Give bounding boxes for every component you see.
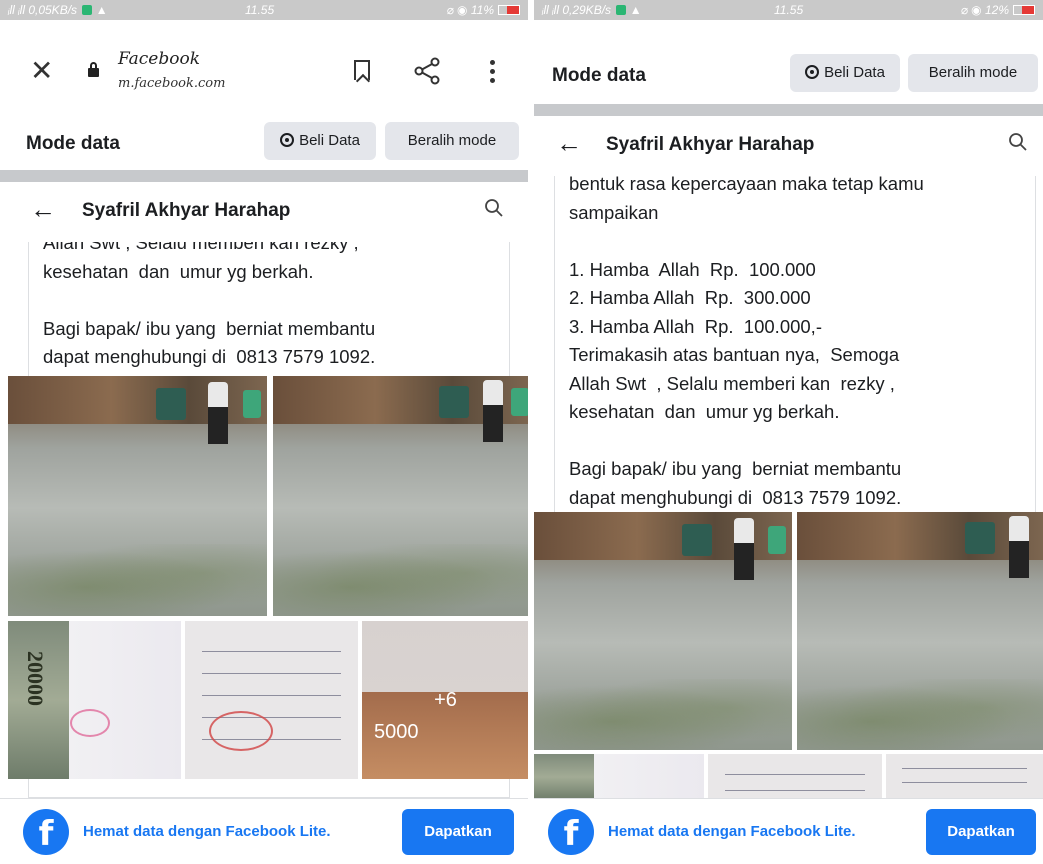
post-photo-4[interactable]	[708, 754, 882, 800]
beli-data-label: Beli Data	[824, 64, 885, 81]
money-label: 20000	[23, 651, 48, 706]
lite-banner: f Hemat data dengan Facebook Lite. Dapat…	[0, 798, 528, 864]
beralih-mode-button[interactable]: Beralih mode	[385, 122, 519, 160]
post-photo-4[interactable]	[185, 621, 358, 779]
profile-name[interactable]: Syafril Akhyar Harahap	[82, 200, 290, 222]
more-photos-count[interactable]: +6	[362, 621, 528, 779]
browser-toolbar: ✕ Facebook m.facebook.com	[0, 20, 528, 123]
more-vertical-icon[interactable]	[490, 60, 496, 84]
post-photo-1[interactable]	[534, 512, 792, 750]
beli-data-icon	[805, 65, 820, 79]
mode-data-bar: Mode data Beli Data Beralih mode	[0, 116, 528, 170]
status-time: 11.55	[245, 3, 275, 17]
status-right: ⌀ ◉ 11%	[446, 3, 520, 17]
status-time: 11.55	[774, 3, 804, 17]
beli-data-icon	[280, 133, 295, 147]
post-photo-1[interactable]	[8, 376, 267, 616]
search-icon[interactable]	[1008, 132, 1028, 152]
dapatkan-button[interactable]: Dapatkan	[926, 809, 1036, 855]
post-body: bentuk rasa kepercayaan maka tetap kamu …	[554, 176, 1036, 512]
mode-data-title: Mode data	[552, 65, 646, 86]
post-photo-5[interactable]	[886, 754, 1043, 800]
post-photo-3[interactable]	[534, 754, 704, 800]
search-icon[interactable]	[484, 198, 504, 218]
dapatkan-button[interactable]: Dapatkan	[402, 809, 514, 855]
mode-data-title: Mode data	[26, 133, 120, 154]
beli-data-button[interactable]: Beli Data	[790, 54, 900, 92]
profile-header: ← Syafril Akhyar Harahap	[0, 182, 528, 242]
beli-data-label: Beli Data	[299, 132, 360, 149]
lite-banner-text: Hemat data dengan Facebook Lite.	[83, 823, 331, 840]
notification-icon	[616, 5, 627, 15]
browser-url[interactable]: m.facebook.com	[118, 76, 225, 91]
divider	[534, 104, 1043, 116]
lite-banner: f Hemat data dengan Facebook Lite. Dapat…	[534, 798, 1043, 864]
lite-banner-text: Hemat data dengan Facebook Lite.	[608, 823, 856, 840]
back-arrow-icon[interactable]: ←	[30, 196, 56, 222]
profile-header: ← Syafril Akhyar Harahap	[534, 116, 1043, 176]
post-photo-2[interactable]	[273, 376, 528, 616]
battery-icon	[1013, 5, 1035, 15]
status-right: ⌀ ◉ 12%	[961, 3, 1035, 17]
beralih-mode-button[interactable]: Beralih mode	[908, 54, 1038, 92]
post-photo-2[interactable]	[797, 512, 1043, 750]
status-network: ᵢll ᵢll 0,29KB/s ▲	[542, 3, 642, 17]
post-photo-5[interactable]: 5000 +6	[362, 621, 528, 779]
post-photo-3[interactable]: 20000	[8, 621, 181, 779]
back-arrow-icon[interactable]: ←	[556, 130, 582, 156]
post-text: Allah Swt , Selalu memberi kan rezky , k…	[43, 242, 376, 367]
facebook-logo-icon: f	[23, 809, 69, 855]
status-speed: 0,05KB/s	[28, 3, 78, 17]
share-icon[interactable]	[412, 56, 442, 86]
beli-data-button[interactable]: Beli Data	[264, 122, 376, 160]
divider	[0, 170, 528, 182]
status-bar: ᵢll ᵢll 0,05KB/s ▲ 11.55 ⌀ ◉ 11%	[0, 0, 528, 20]
profile-name[interactable]: Syafril Akhyar Harahap	[606, 134, 814, 156]
browser-title: Facebook	[118, 49, 201, 69]
notification-icon	[82, 5, 93, 15]
facebook-logo-icon: f	[548, 809, 594, 855]
status-network: ᵢll ᵢll 0,05KB/s ▲	[8, 3, 108, 17]
left-screenshot: ᵢll ᵢll 0,05KB/s ▲ 11.55 ⌀ ◉ 11% ✕ Faceb…	[0, 0, 528, 864]
close-icon[interactable]: ✕	[30, 57, 53, 85]
post-body: Allah Swt , Selalu memberi kan rezky , k…	[28, 242, 510, 376]
status-bar: ᵢll ᵢll 0,29KB/s ▲ 11.55 ⌀ ◉ 12%	[534, 0, 1043, 20]
battery-level: 11%	[470, 3, 494, 17]
post-text: bentuk rasa kepercayaan maka tetap kamu …	[569, 176, 924, 508]
post-footer	[28, 779, 510, 798]
mode-data-bar: Mode data Beli Data Beralih mode	[534, 48, 1043, 102]
status-speed: 0,29KB/s	[562, 3, 612, 17]
battery-icon	[498, 5, 520, 15]
right-screenshot: ᵢll ᵢll 0,29KB/s ▲ 11.55 ⌀ ◉ 12% Mode da…	[534, 0, 1043, 864]
battery-level: 12%	[984, 3, 1009, 17]
lock-icon	[88, 62, 99, 77]
bookmark-icon[interactable]	[354, 60, 370, 80]
